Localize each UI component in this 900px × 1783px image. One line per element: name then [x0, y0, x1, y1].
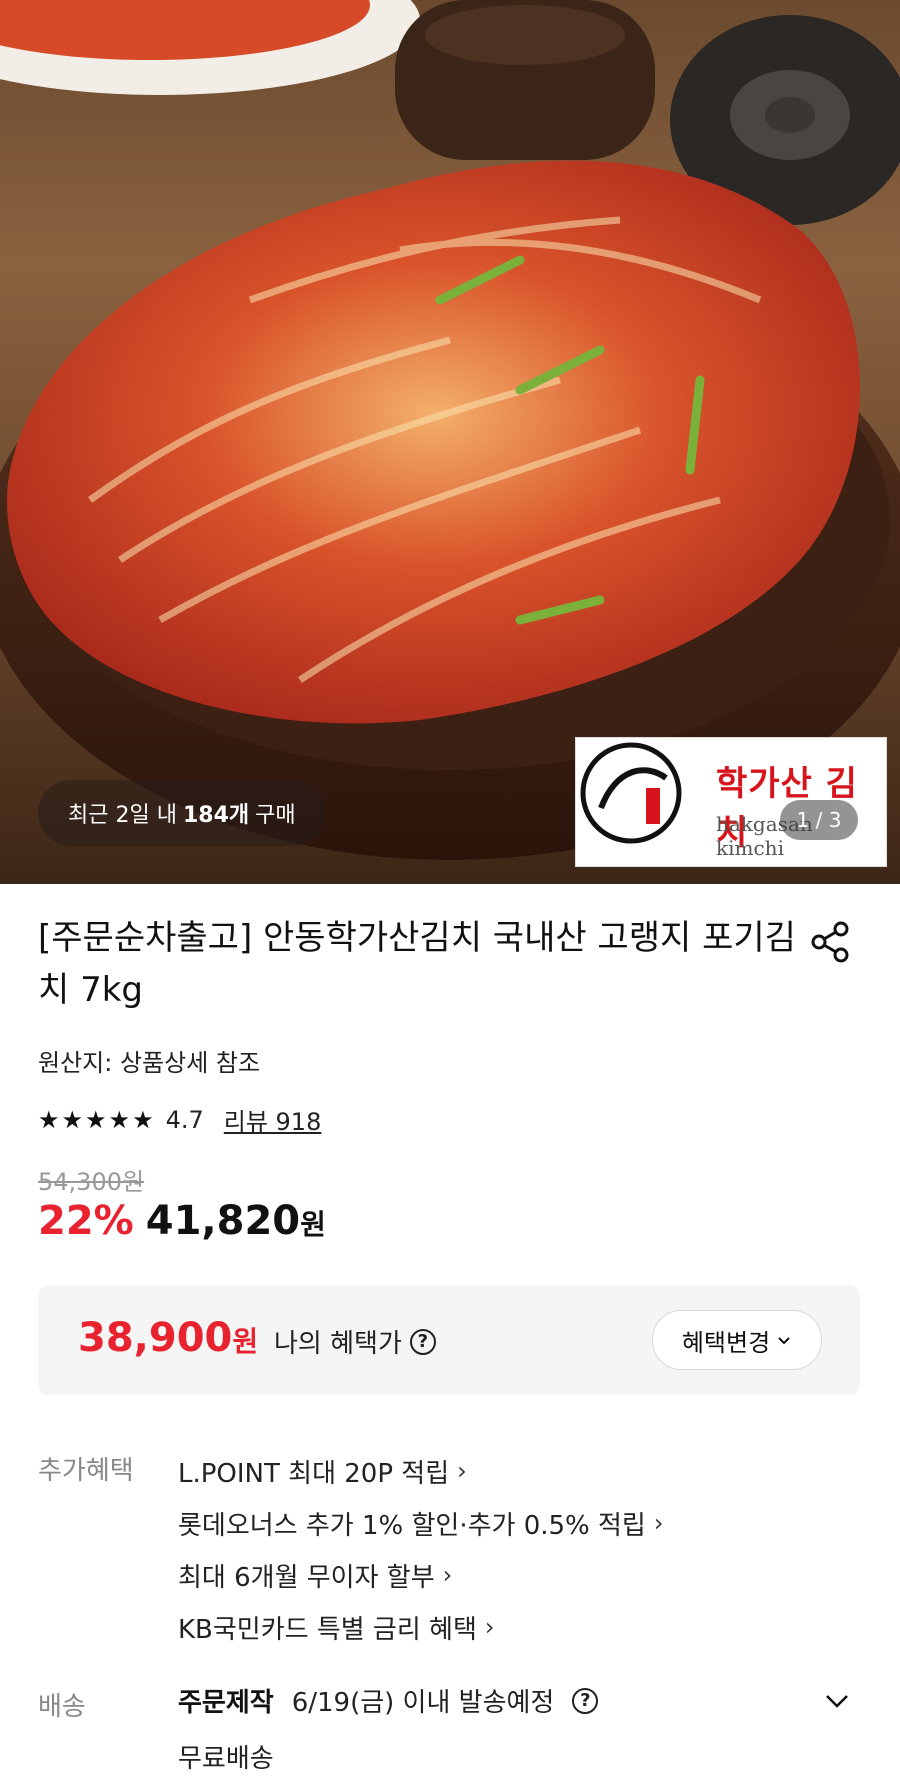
benefit-item-text: 롯데오너스 추가 1% 할인·추가 0.5% 적립 [178, 1510, 646, 1541]
price-row: 22% 41,820 원 [38, 1198, 326, 1244]
chevron-right-icon: › [484, 1613, 495, 1641]
recent-suffix: 구매 [255, 803, 296, 828]
extra-benefits-label: 추가혜택 [38, 1456, 134, 1486]
benefit-item-text: KB국민카드 특별 금리 혜택 [178, 1614, 477, 1645]
change-benefit-label: 혜택변경 [681, 1328, 771, 1357]
image-counter: 1 / 3 [780, 800, 858, 840]
benefit-item-installment[interactable]: 최대 6개월 무이자 할부 › [178, 1549, 663, 1601]
benefit-price-value: 38,900 [78, 1315, 233, 1361]
benefit-item-text: L.POINT 최대 20P 적립 [178, 1458, 450, 1489]
shipping-date: 6/19(금) 이내 발송예정 [291, 1688, 555, 1718]
star-rating-icon: ★★★★★ [38, 1105, 156, 1134]
benefit-label-text: 나의 혜택가 [274, 1329, 402, 1359]
chevron-right-icon: › [457, 1457, 467, 1485]
chevron-down-icon [778, 1337, 790, 1345]
original-price: 54,300원 [38, 1168, 145, 1196]
benefit-item-kb-card[interactable]: KB국민카드 특별 금리 혜택 › [178, 1601, 663, 1653]
help-circle-icon[interactable]: ? [572, 1687, 599, 1714]
chevron-right-icon: › [442, 1561, 453, 1589]
benefit-label: 나의 혜택가 ? [274, 1323, 436, 1360]
product-image[interactable]: 최근 2일 내 184개 구매 학가산 김치 hakgasan kimchi 1… [0, 0, 900, 884]
crane-logo-icon [580, 742, 682, 844]
benefit-price-unit: 원 [232, 1325, 259, 1358]
product-title: [주문순차출고] 안동학가산김치 국내산 고랭지 포기김치 7kg [38, 918, 796, 1010]
discount-rate: 22% [38, 1198, 134, 1244]
recent-purchase-badge: 최근 2일 내 184개 구매 [38, 780, 326, 846]
share-icon[interactable] [808, 920, 852, 964]
benefit-price-box: 38,900원 나의 혜택가 ? 혜택변경 [38, 1285, 860, 1395]
sale-price: 41,820 [145, 1198, 301, 1244]
benefit-item-lotte-owners[interactable]: 롯데오너스 추가 1% 할인·추가 0.5% 적립 › [178, 1497, 663, 1549]
shipping-label: 배송 [38, 1692, 86, 1722]
shipping-row[interactable]: 주문제작 6/19(금) 이내 발송예정 ? [178, 1682, 599, 1719]
rating-row: ★★★★★ 4.7 리뷰 918 [38, 1102, 321, 1137]
recent-count: 184개 [182, 803, 250, 828]
recent-prefix: 최근 2일 내 [68, 803, 177, 828]
help-circle-icon[interactable]: ? [409, 1328, 436, 1355]
change-benefit-button[interactable]: 혜택변경 [652, 1310, 822, 1370]
rating-value: 4.7 [165, 1105, 204, 1134]
benefit-price: 38,900원 [78, 1315, 258, 1361]
shipping-type: 주문제작 [178, 1688, 274, 1718]
price-unit: 원 [300, 1208, 326, 1241]
extra-benefits-list: L.POINT 최대 20P 적립 › 롯데오너스 추가 1% 할인·추가 0.… [178, 1445, 663, 1653]
shipping-fee: 무료배송 [178, 1744, 274, 1774]
benefit-item-text: 최대 6개월 무이자 할부 [178, 1562, 435, 1593]
origin-info: 원산지: 상품상세 참조 [38, 1049, 261, 1077]
chevron-right-icon: › [653, 1509, 664, 1537]
chevron-down-icon[interactable] [822, 1686, 852, 1716]
review-link[interactable]: 리뷰 918 [224, 1102, 322, 1137]
benefit-item-lpoint[interactable]: L.POINT 최대 20P 적립 › [178, 1445, 663, 1497]
